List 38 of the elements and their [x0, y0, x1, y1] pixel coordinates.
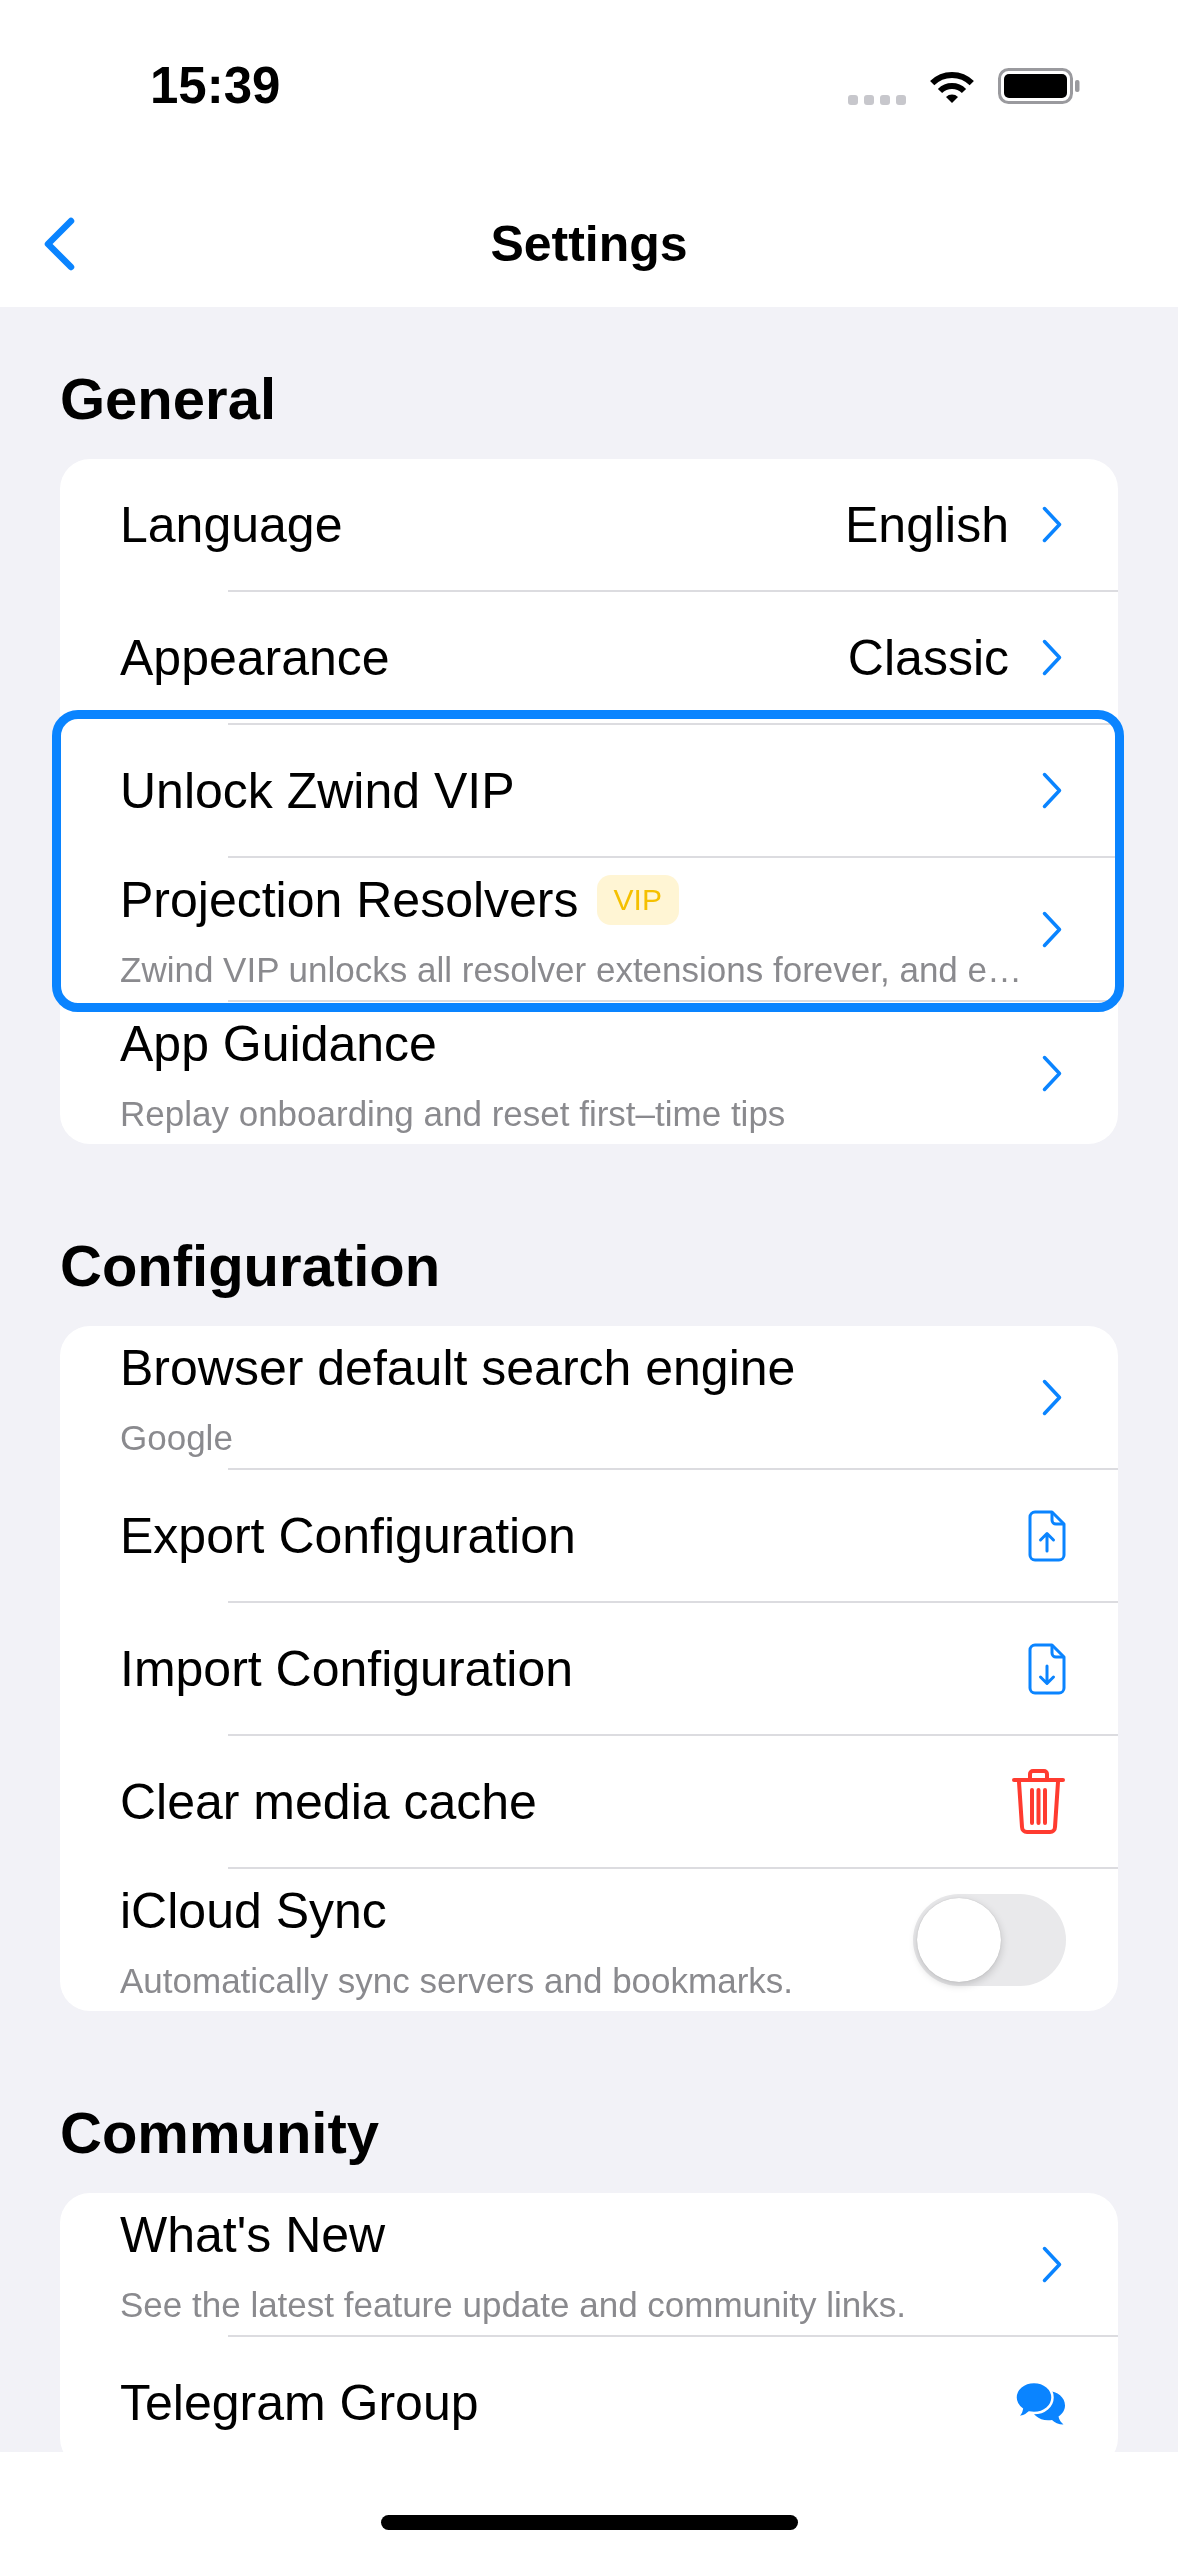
setting-value: English — [845, 495, 1009, 555]
setting-description: Google — [120, 1417, 234, 1459]
setting-label: App Guidance — [120, 1015, 437, 1074]
chevron-right-icon — [1042, 910, 1062, 948]
setting-description: Replay onboarding and reset first–time tips — [120, 1093, 787, 1135]
cellular-signal-icon — [848, 94, 906, 106]
chevron-right-icon — [1042, 506, 1062, 543]
setting-label: Browser default search engine — [120, 1339, 796, 1398]
setting-label: Import Configuration — [120, 1639, 573, 1699]
setting-description: Automatically sync servers and bookmarks. — [120, 1960, 795, 2002]
setting-label: Language — [120, 495, 343, 555]
section-title: Configuration — [60, 1232, 442, 1300]
section-title: General — [60, 365, 277, 433]
document-arrow-down-icon — [1028, 1642, 1066, 1695]
setting-value: Classic — [847, 628, 1009, 688]
chevron-right-icon — [1042, 772, 1062, 809]
setting-label: Projection Resolvers — [120, 871, 579, 930]
section-title: Community — [60, 2099, 380, 2167]
page-title: Settings — [490, 214, 688, 274]
status-time: 15:39 — [150, 56, 281, 116]
setting-label: iCloud Sync — [120, 1882, 387, 1941]
setting-label: Appearance — [120, 628, 390, 688]
chevron-right-icon — [1042, 1378, 1062, 1416]
setting-label: Telegram Group — [120, 2373, 479, 2433]
setting-description: Zwind VIP unlocks all resolver extensions forever, and e… — [120, 949, 1024, 991]
chevron-right-icon — [1042, 1054, 1062, 1092]
vip-badge: VIP — [596, 875, 679, 925]
battery-icon — [998, 68, 1080, 104]
setting-label: Export Configuration — [120, 1506, 576, 1566]
setting-label: Clear media cache — [120, 1772, 537, 1832]
document-arrow-up-icon — [1028, 1509, 1066, 1562]
setting-description: See the latest feature update and community links. — [120, 2284, 907, 2326]
back-icon[interactable] — [42, 216, 76, 271]
chevron-right-icon — [1042, 2245, 1062, 2283]
setting-label: Unlock Zwind VIP — [120, 761, 515, 821]
chevron-right-icon — [1042, 639, 1062, 676]
setting-label: What's New — [120, 2206, 386, 2265]
trash-icon — [1011, 1768, 1066, 1835]
